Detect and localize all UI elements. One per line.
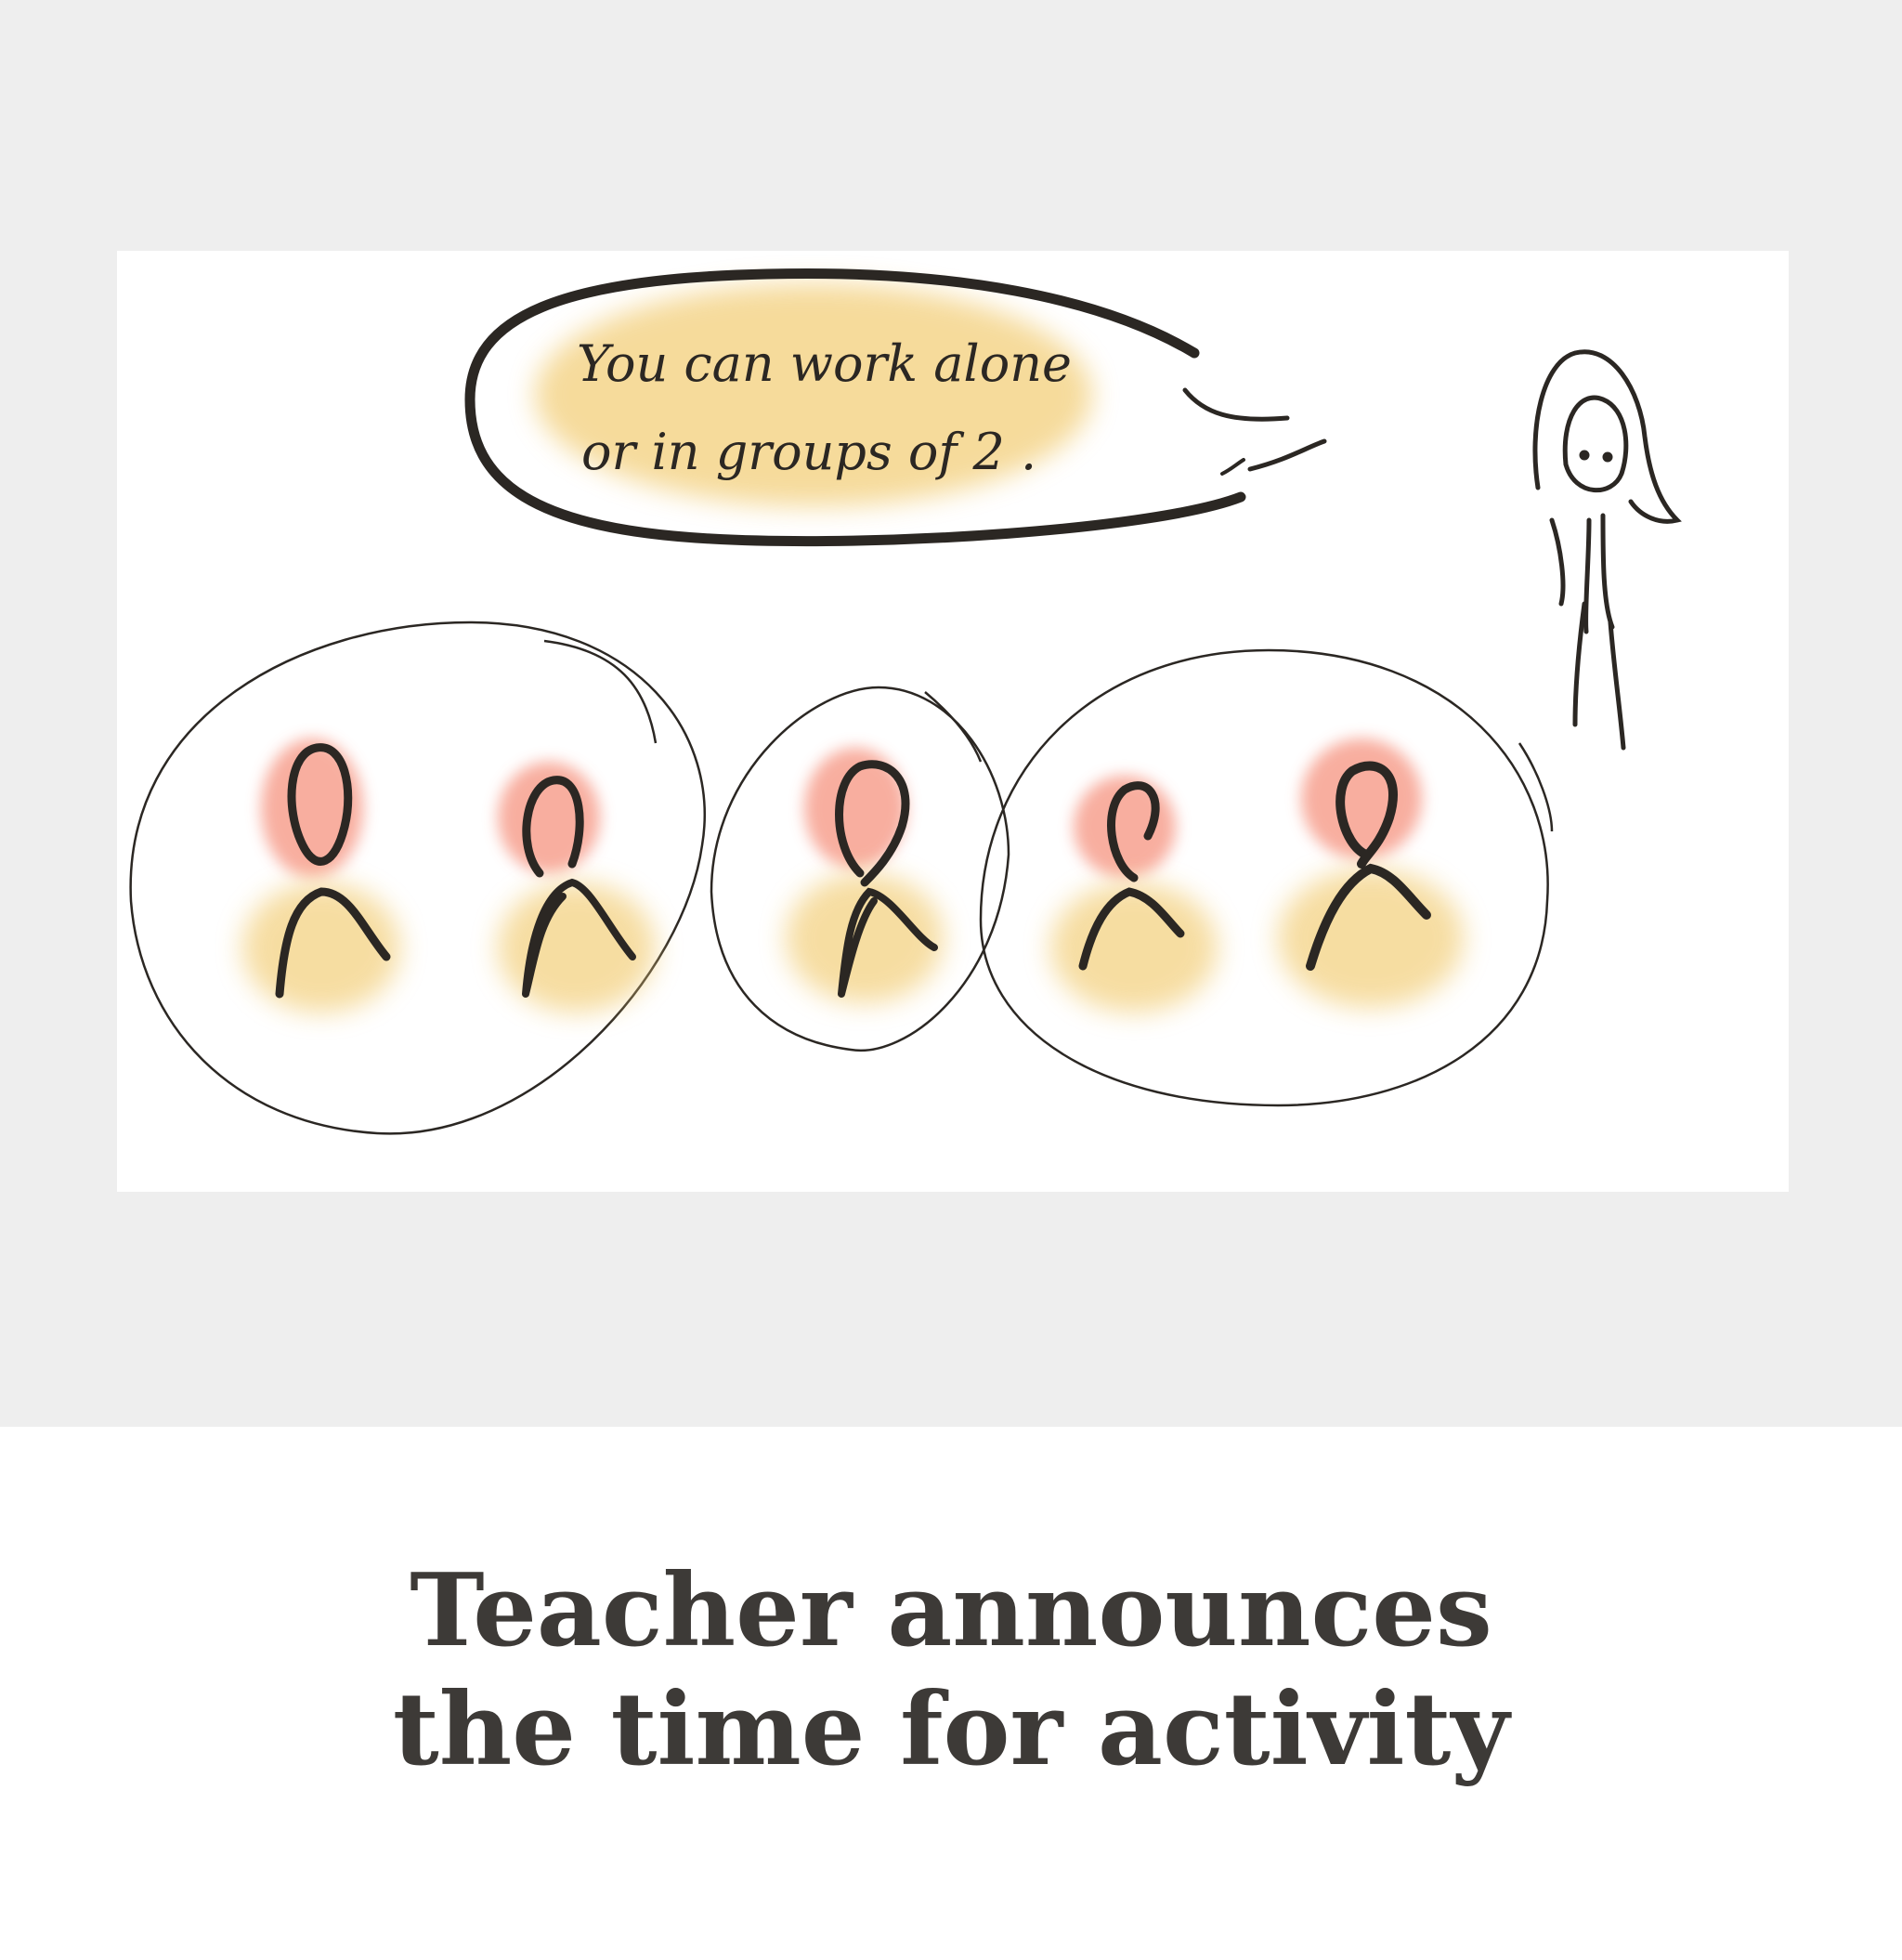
student-5-body-wash	[1278, 869, 1464, 1008]
student-2-body-wash	[498, 882, 656, 1013]
teacher-eye-right	[1602, 451, 1613, 463]
teacher-figure	[1532, 349, 1682, 751]
group-circle-pair-left-arc	[543, 639, 658, 744]
caption-line-1: Teacher announces	[410, 1552, 1492, 1669]
student-5-head-wash	[1301, 738, 1422, 859]
student-4-body-wash	[1050, 882, 1218, 1013]
bubble-tail-mid	[1247, 438, 1327, 472]
caption: Teacher announces the time for activity	[0, 1551, 1902, 1789]
bubble-text-line2: or in groups of 2 .	[581, 423, 1036, 481]
teacher-hair	[1532, 349, 1682, 524]
bubble-tail-bottom	[1220, 458, 1245, 476]
group-circle-pair-right	[979, 648, 1549, 1107]
teacher-leg-left	[1572, 601, 1587, 727]
teacher-leg-right	[1608, 620, 1626, 751]
bubble-tail-top	[1182, 387, 1290, 422]
student-2	[498, 762, 656, 1013]
speech-bubble: You can work alone or in groups of 2 .	[464, 268, 1327, 547]
student-4	[1050, 776, 1218, 1013]
student-5	[1278, 738, 1464, 1008]
group-circle-pair-left	[129, 621, 706, 1135]
bubble-text-line1: You can work alone	[577, 334, 1072, 393]
teacher-face	[1562, 395, 1629, 493]
teacher-eye-left	[1579, 450, 1590, 461]
sketch-illustration: You can work alone or in groups of 2 .	[117, 251, 1789, 1192]
student-1	[242, 738, 400, 1013]
caption-line-2: the time for activity	[392, 1671, 1510, 1788]
student-3	[786, 748, 944, 1003]
